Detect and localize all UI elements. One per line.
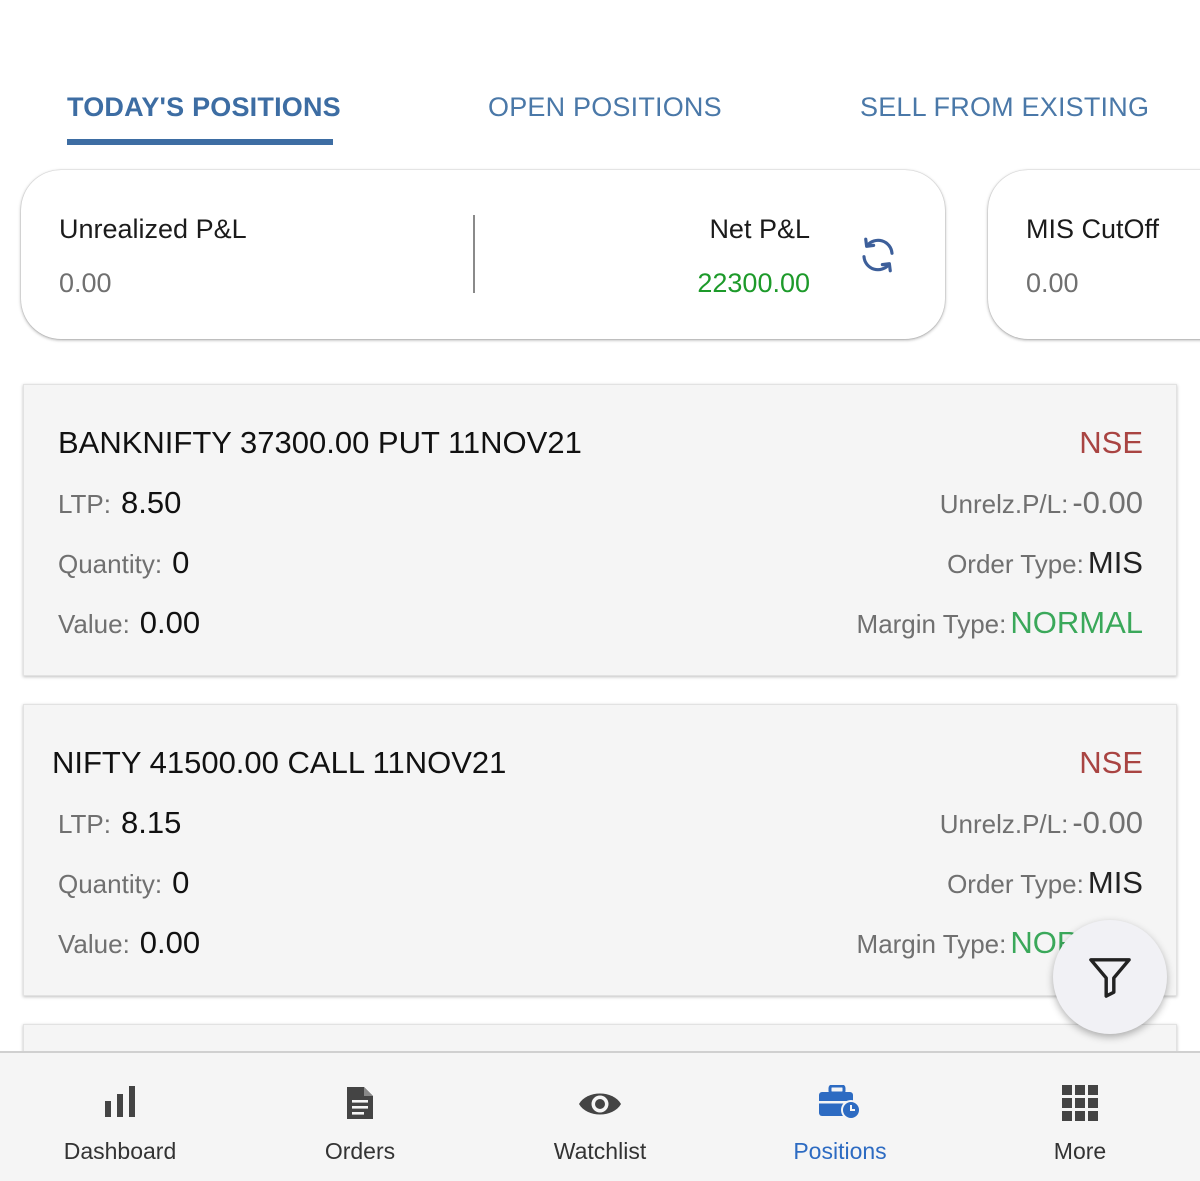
order-type-row: Order Type: MIS <box>947 865 1143 901</box>
quantity-row: Quantity: 0 <box>58 545 189 581</box>
refresh-icon[interactable] <box>857 234 899 276</box>
nav-dashboard-label: Dashboard <box>63 1138 177 1164</box>
unrealized-value: -0.00 <box>1072 805 1143 840</box>
mis-cutoff-label: MIS CutOff <box>1026 214 1160 244</box>
nav-orders-label: Orders <box>324 1138 396 1164</box>
briefcase-clock-icon <box>818 1084 862 1126</box>
nav-watchlist-label: Watchlist <box>553 1138 647 1164</box>
nav-more[interactable]: More <box>960 1053 1200 1181</box>
exchange-badge: NSE <box>1079 425 1143 460</box>
nav-orders[interactable]: Orders <box>240 1053 480 1181</box>
quantity-label: Quantity: <box>58 869 163 899</box>
bottom-navigation: Dashboard Orders Watchlist Positions Mor… <box>0 1051 1200 1181</box>
filter-button[interactable] <box>1053 920 1167 1034</box>
ltp-value: 8.50 <box>120 485 182 520</box>
quantity-value: 0 <box>172 545 190 580</box>
eye-icon <box>578 1089 622 1124</box>
nav-dashboard[interactable]: Dashboard <box>0 1053 240 1181</box>
document-icon <box>345 1085 375 1126</box>
margin-type-value: NORMAL <box>1010 605 1143 640</box>
order-type-value: MIS <box>1087 545 1143 580</box>
order-type-value: MIS <box>1087 865 1143 900</box>
quantity-value: 0 <box>172 865 190 900</box>
ltp-row: LTP: 8.15 <box>58 805 181 841</box>
nav-more-label: More <box>1053 1138 1107 1164</box>
nav-watchlist[interactable]: Watchlist <box>480 1053 720 1181</box>
ltp-row: LTP: 8.50 <box>58 485 181 521</box>
grid-icon <box>1062 1085 1098 1126</box>
unrealized-row: Unrelz.P/L: -0.00 <box>940 805 1143 841</box>
pnl-summary-card: Unrealized P&L 0.00 Net P&L 22300.00 <box>21 170 945 339</box>
order-type-label: Order Type: <box>947 869 1084 899</box>
filter-icon <box>1089 958 1131 998</box>
unrealized-pnl-value: 0.00 <box>59 268 112 298</box>
quantity-row: Quantity: 0 <box>58 865 189 901</box>
unrealized-label: Unrelz.P/L: <box>939 489 1069 519</box>
ltp-value: 8.15 <box>120 805 182 840</box>
position-card[interactable]: BANKNIFTY 37300.00 PUT 11NOV21 NSE LTP: 8… <box>23 384 1177 676</box>
position-card[interactable]: NIFTY 41500.00 CALL 11NOV21 NSE LTP: 8.15… <box>23 704 1177 996</box>
value-label: Value: <box>58 609 130 639</box>
value-label: Value: <box>58 929 130 959</box>
nav-positions-label: Positions <box>793 1138 887 1164</box>
mis-cutoff-value: 0.00 <box>1026 268 1079 298</box>
position-symbol: BANKNIFTY 37300.00 PUT 11NOV21 <box>58 425 582 460</box>
unrealized-value: -0.00 <box>1072 485 1143 520</box>
tab-todays-positions[interactable]: TODAY'S POSITIONS <box>67 92 341 123</box>
value-value: 0.00 <box>139 925 201 960</box>
summary-divider <box>473 215 475 293</box>
position-symbol: NIFTY 41500.00 CALL 11NOV21 <box>52 745 507 780</box>
unrealized-row: Unrelz.P/L: -0.00 <box>940 485 1143 521</box>
ltp-label: LTP: <box>58 489 111 519</box>
tab-open-positions[interactable]: OPEN POSITIONS <box>488 92 722 123</box>
quantity-label: Quantity: <box>58 549 163 579</box>
unrealized-pnl-label: Unrealized P&L <box>59 214 247 244</box>
tab-sell-from-existing[interactable]: SELL FROM EXISTING <box>860 92 1149 123</box>
nav-positions[interactable]: Positions <box>720 1053 960 1181</box>
ltp-label: LTP: <box>58 809 111 839</box>
margin-type-row: Margin Type:NORMAL <box>857 605 1143 641</box>
margin-type-label: Margin Type: <box>856 929 1007 959</box>
order-type-label: Order Type: <box>947 549 1084 579</box>
mis-cutoff-card: MIS CutOff 0.00 <box>988 170 1200 339</box>
exchange-badge: NSE <box>1079 745 1143 780</box>
value-value: 0.00 <box>139 605 201 640</box>
margin-type-label: Margin Type: <box>856 609 1007 639</box>
positions-tabs: TODAY'S POSITIONS OPEN POSITIONS SELL FR… <box>0 0 1200 150</box>
bar-chart-icon <box>103 1085 137 1124</box>
value-row: Value: 0.00 <box>58 605 200 641</box>
unrealized-label: Unrelz.P/L: <box>939 809 1069 839</box>
net-pnl-value: 22300.00 <box>697 268 810 298</box>
value-row: Value: 0.00 <box>58 925 200 961</box>
order-type-row: Order Type: MIS <box>947 545 1143 581</box>
net-pnl-label: Net P&L <box>709 214 810 244</box>
active-tab-indicator <box>67 139 333 145</box>
